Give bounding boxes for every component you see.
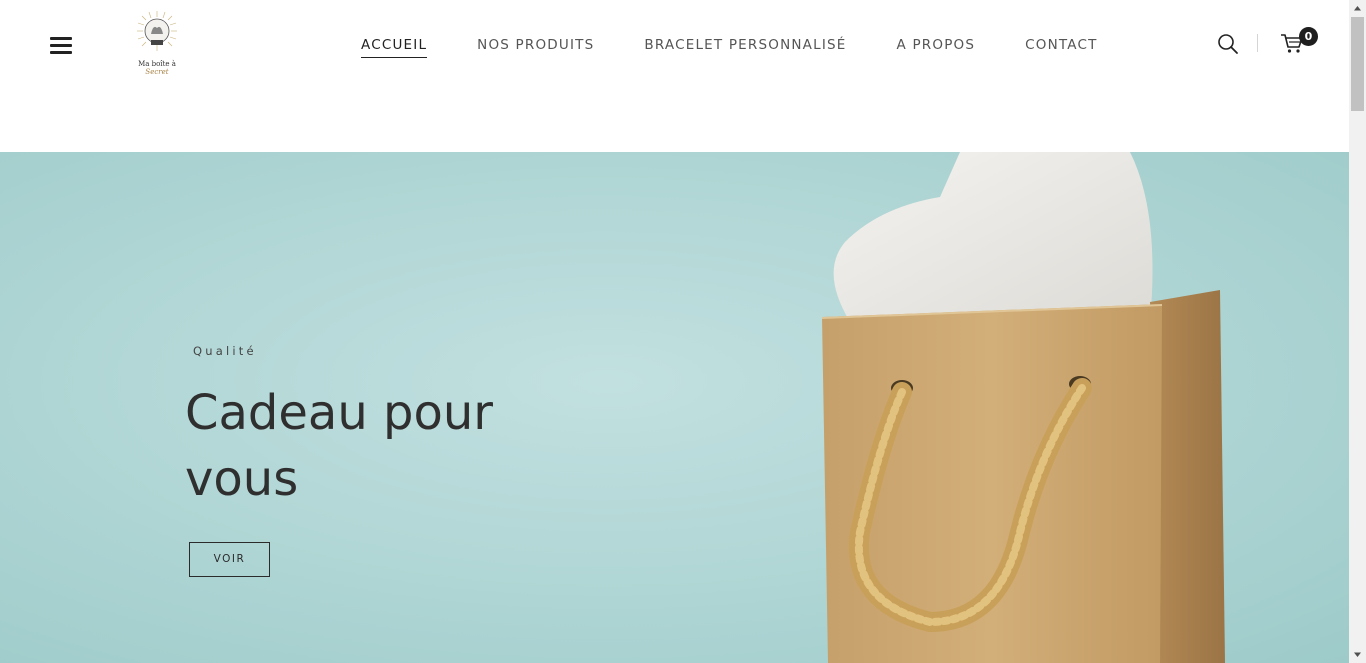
- nav-item-a-propos[interactable]: A PROPOS: [897, 36, 976, 56]
- scrollbar-thumb[interactable]: [1351, 17, 1364, 111]
- search-icon[interactable]: [1217, 33, 1239, 55]
- logo-text: Ma boîte à: [138, 60, 176, 68]
- nav-item-accueil[interactable]: ACCUEIL: [361, 36, 428, 58]
- logo-script-text: Secret: [145, 68, 169, 76]
- hero-banner: Qualité Cadeau pour vous VOIR: [0, 152, 1349, 663]
- scroll-up-arrow-icon[interactable]: [1349, 0, 1366, 17]
- scroll-down-arrow-icon[interactable]: [1349, 646, 1366, 663]
- site-logo[interactable]: Ma boîte à Secret: [128, 10, 186, 82]
- hero-title: Cadeau pour vous: [185, 385, 494, 507]
- voir-button[interactable]: VOIR: [189, 542, 270, 577]
- nav-item-bracelet-personnalise[interactable]: BRACELET PERSONNALISÉ: [644, 36, 846, 56]
- page-scrollbar[interactable]: [1349, 0, 1366, 663]
- nav-item-nos-produits[interactable]: NOS PRODUITS: [477, 36, 594, 56]
- header-divider: [1257, 34, 1258, 52]
- main-nav: ACCUEIL NOS PRODUITS BRACELET PERSONNALI…: [361, 36, 1098, 58]
- nav-item-contact[interactable]: CONTACT: [1025, 36, 1097, 56]
- logo-emblem-icon: [137, 11, 177, 51]
- hamburger-menu-icon[interactable]: [50, 36, 72, 54]
- site-header: Ma boîte à Secret ACCUEIL NOS PRODUITS B…: [0, 0, 1349, 152]
- hero-subtitle: Qualité: [193, 344, 257, 358]
- cart-count-badge: 0: [1299, 27, 1318, 46]
